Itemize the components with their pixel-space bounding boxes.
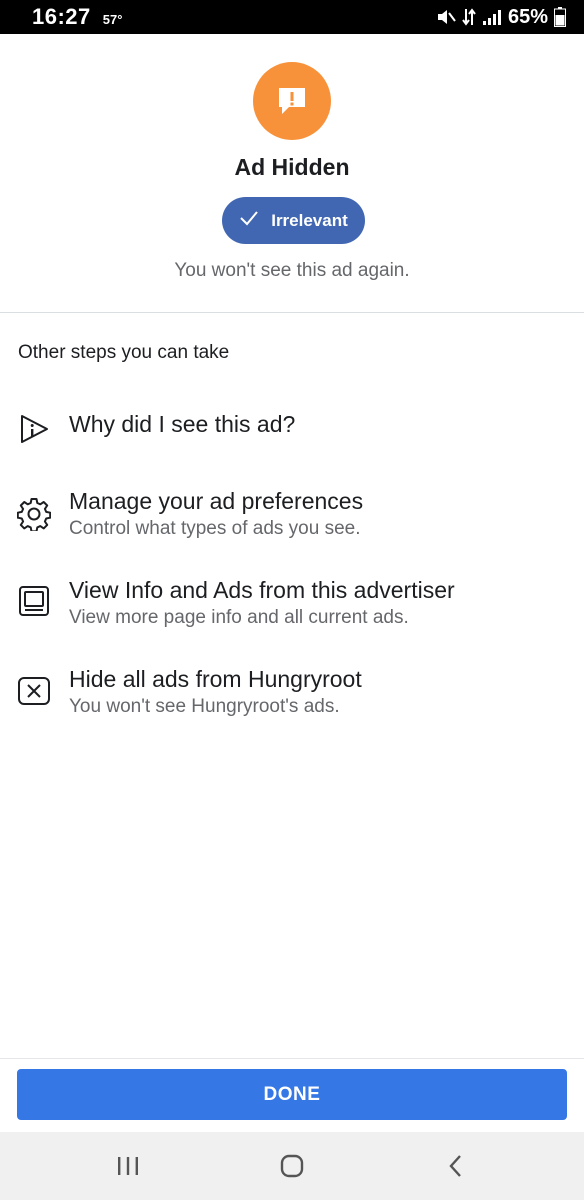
battery-percent: 65% [507, 5, 548, 28]
recent-apps-icon[interactable] [98, 1146, 158, 1186]
option-title: Manage your ad preferences [69, 488, 364, 514]
footer-divider [0, 1058, 584, 1059]
screen: 16:27 57° 65% Ad Hidden Irrelevant You w… [0, 0, 584, 1200]
hide-all-ads-option[interactable]: Hide all ads from Hungryroot You won't s… [0, 666, 584, 736]
status-bar: 16:27 57° 65% [0, 0, 584, 34]
close-box-icon [16, 673, 52, 709]
battery-icon [554, 7, 566, 27]
option-title: Hide all ads from Hungryroot [69, 666, 362, 692]
option-subtitle: You won't see Hungryroot's ads. [69, 696, 340, 717]
gear-icon [16, 496, 52, 532]
signal-icon [482, 8, 502, 26]
why-did-i-see-this-ad-option[interactable]: Why did I see this ad? [0, 411, 584, 481]
data-transfer-icon [462, 7, 476, 27]
play-info-icon [16, 411, 52, 447]
page-title: Ad Hidden [234, 154, 350, 180]
option-subtitle: Control what types of ads you see. [69, 518, 361, 539]
hidden-subtitle: You won't see this ad again. [174, 260, 410, 281]
status-left: 16:27 57° [32, 4, 122, 30]
page-info-icon [16, 583, 52, 619]
alert-icon [253, 62, 331, 140]
section-heading: Other steps you can take [18, 342, 230, 363]
manage-ad-preferences-option[interactable]: Manage your ad preferences Control what … [0, 488, 584, 558]
status-temperature: 57° [102, 12, 123, 27]
irrelevant-chip[interactable]: Irrelevant [222, 197, 365, 244]
view-advertiser-info-option[interactable]: View Info and Ads from this advertiser V… [0, 577, 584, 647]
done-button[interactable]: DONE [17, 1069, 567, 1120]
option-title: Why did I see this ad? [69, 411, 296, 437]
status-right: 65% [436, 6, 566, 29]
system-nav-bar [0, 1132, 584, 1200]
chip-label: Irrelevant [271, 210, 348, 230]
option-subtitle: View more page info and all current ads. [69, 607, 409, 628]
status-time: 16:27 [32, 4, 91, 29]
ad-hidden-header: Ad Hidden Irrelevant You won't see this … [0, 34, 584, 313]
mute-icon [436, 8, 456, 26]
option-title: View Info and Ads from this advertiser [69, 577, 455, 603]
check-icon [239, 210, 259, 231]
back-icon[interactable] [426, 1146, 486, 1186]
home-icon[interactable] [262, 1146, 322, 1186]
